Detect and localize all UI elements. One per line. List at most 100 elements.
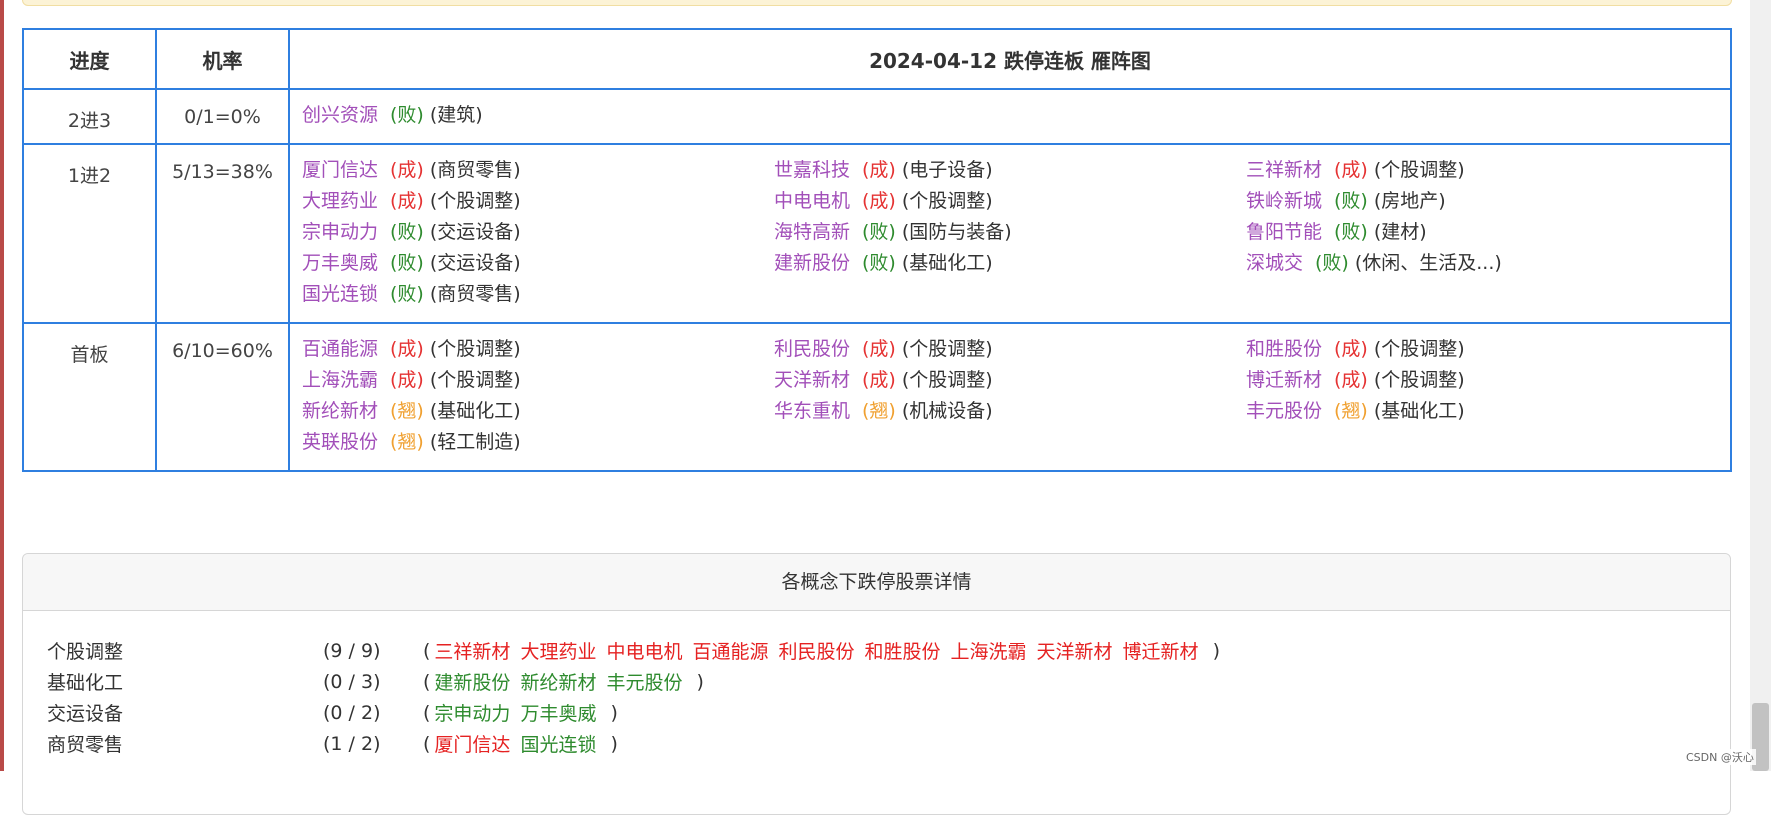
open-paren: ( [423,701,431,724]
stock-entry: 新纶新材 (翘) (基础化工) [302,398,774,425]
industry-label: (国防与装备) [901,221,1012,243]
concept-stock-link[interactable]: 和胜股份 [865,637,941,664]
stock-entry: 利民股份 (成) (个股调整) [774,336,1246,363]
industry-label: (休闲、生活及...) [1354,252,1502,274]
stock-grid: 百通能源 (成) (个股调整) 利民股份 (成) (个股调整) 和胜股份 (成) (个股调整) 上… [302,336,1730,456]
concept-stock-link[interactable]: 万丰奥威 [520,699,596,726]
stock-link[interactable]: 天洋新材 [774,369,850,391]
result-badge: (成) [862,369,896,391]
stock-entry: 博迁新材 (成) (个股调整) [1246,367,1706,394]
result-badge: (成) [862,190,896,212]
open-paren: ( [423,639,431,662]
concept-stock-link[interactable]: 新纶新材 [520,668,596,695]
result-badge: (败) [862,221,896,243]
industry-label: (个股调整) [429,338,521,360]
stock-link[interactable]: 创兴资源 [302,104,378,126]
stock-link[interactable]: 大理药业 [302,190,378,212]
stock-link[interactable]: 鲁阳节能 [1246,221,1322,243]
stock-link[interactable]: 铁岭新城 [1246,190,1322,212]
stock-link[interactable]: 三祥新材 [1246,159,1322,181]
concept-stock-link[interactable]: 宗申动力 [434,699,510,726]
result-badge: (败) [1334,190,1368,212]
concept-stock-link[interactable]: 建新股份 [434,668,510,695]
industry-label: (个股调整) [1373,338,1465,360]
result-badge: (成) [390,190,424,212]
header-rate: 机率 [155,28,290,90]
stock-list-cell: 创兴资源 (败) (建筑) [288,88,1732,145]
concept-stock-link[interactable]: 国光连锁 [520,730,596,757]
stock-link[interactable]: 厦门信达 [302,159,378,181]
stock-link[interactable]: 国光连锁 [302,283,378,305]
concept-stock-link[interactable]: 利民股份 [778,637,854,664]
stock-entry: 中电电机 (成) (个股调整) [774,188,1246,215]
stock-link[interactable]: 丰元股份 [1246,400,1322,422]
industry-label: (个股调整) [429,369,521,391]
concept-name: 商贸零售 [47,734,124,756]
stock-entry: 海特高新 (败) (国防与装备) [774,219,1246,246]
stock-link[interactable]: 宗申动力 [302,221,378,243]
concept-row: 个股调整 (9 / 9) (三祥新材 大理药业 中电电机 百通能源 利民股份 和胜股份 上海洗霸… [47,635,1706,666]
industry-label: (个股调整) [901,190,993,212]
concept-stock-link[interactable]: 天洋新材 [1037,637,1113,664]
stock-link[interactable]: 上海洗霸 [302,369,378,391]
result-badge: (成) [862,338,896,360]
concept-stock-link[interactable]: 三祥新材 [434,637,510,664]
concept-stock-link[interactable]: 厦门信达 [434,730,510,757]
result-badge: (败) [1334,221,1368,243]
stock-entry: 建新股份 (败) (基础化工) [774,250,1246,277]
stock-link[interactable]: 海特高新 [774,221,850,243]
close-paren: ) [610,701,618,724]
industry-label: (机械设备) [901,400,993,422]
industry-label: (个股调整) [1373,369,1465,391]
stock-link[interactable]: 新纶新材 [302,400,378,422]
limit-down-ladder-table: 进度 机率 2024-04-12 跌停连板 雁阵图 2进3 0/1=0% 创兴资… [22,28,1732,472]
close-paren: ) [610,732,618,755]
concept-count: (9 / 9) [323,639,381,662]
concept-stock-link[interactable]: 百通能源 [692,637,768,664]
stock-entry: 天洋新材 (成) (个股调整) [774,367,1246,394]
close-paren: ) [1212,639,1220,662]
result-badge: (成) [390,338,424,360]
stock-list-cell: 百通能源 (成) (个股调整) 利民股份 (成) (个股调整) 和胜股份 (成) (个股调整) 上… [288,322,1732,472]
concept-stock-link[interactable]: 博迁新材 [1123,637,1199,664]
stock-link[interactable]: 百通能源 [302,338,378,360]
scrollbar-track[interactable] [1750,0,1771,771]
concept-stock-link[interactable]: 大理药业 [520,637,596,664]
result-badge: (成) [1334,369,1368,391]
stock-entry: 华东重机 (翘) (机械设备) [774,398,1246,425]
industry-label: (基础化工) [1373,400,1465,422]
stock-link[interactable]: 建新股份 [774,252,850,274]
stock-link[interactable]: 英联股份 [302,431,378,453]
result-badge: (败) [390,104,424,126]
stock-entry: 百通能源 (成) (个股调整) [302,336,774,363]
stock-link[interactable]: 中电电机 [774,190,850,212]
stock-link[interactable]: 深城交 [1246,252,1303,274]
result-badge: (败) [390,283,424,305]
stock-link[interactable]: 华东重机 [774,400,850,422]
header-stage: 进度 [22,28,157,90]
stock-entry: 上海洗霸 (成) (个股调整) [302,367,774,394]
industry-label: (电子设备) [901,159,993,181]
stock-entry: 铁岭新城 (败) (房地产) [1246,188,1706,215]
concept-stock-link[interactable]: 丰元股份 [606,668,682,695]
concept-stock-link[interactable]: 中电电机 [606,637,682,664]
left-edge-bar [0,0,4,771]
concept-detail-panel: 各概念下跌停股票详情 个股调整 (9 / 9)(三祥新材 大理药业 中电电机 百通能源利… [22,553,1731,815]
result-badge: (败) [1315,252,1349,274]
industry-label: (个股调整) [429,190,521,212]
result-badge: (成) [1334,338,1368,360]
stock-link[interactable]: 利民股份 [774,338,850,360]
result-badge: (翘) [390,400,424,422]
stock-list-cell: 厦门信达 (成) (商贸零售) 世嘉科技 (成) (电子设备) 三祥新材 (成) (个股调整) 大… [288,143,1732,324]
stock-link[interactable]: 博迁新材 [1246,369,1322,391]
concept-stock-link[interactable]: 上海洗霸 [951,637,1027,664]
stock-link[interactable]: 和胜股份 [1246,338,1322,360]
concept-row: 交运设备 (0 / 2) (宗申动力 万丰奥威) [47,697,1706,728]
industry-label: (基础化工) [901,252,993,274]
stock-link[interactable]: 万丰奥威 [302,252,378,274]
concept-name: 个股调整 [47,641,124,663]
stock-grid: 厦门信达 (成) (商贸零售) 世嘉科技 (成) (电子设备) 三祥新材 (成) (个股调整) 大… [302,157,1730,308]
stock-link[interactable]: 世嘉科技 [774,159,850,181]
concept-row: 商贸零售 (1 / 2) (厦门信达 国光连锁) [47,728,1706,759]
table-header-row: 进度 机率 2024-04-12 跌停连板 雁阵图 [22,28,1732,90]
